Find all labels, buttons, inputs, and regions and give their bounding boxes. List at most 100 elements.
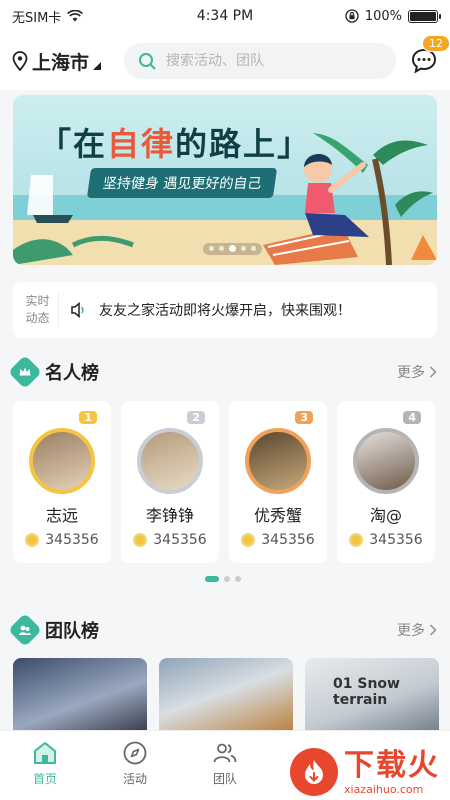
team-title-group: 团队榜: [8, 613, 99, 647]
avatar: [29, 428, 95, 494]
celebrity-name: 李铮铮: [145, 506, 194, 525]
coin-icon: [25, 533, 40, 547]
status-bar: 无SIM卡 4:34 PM 100%: [0, 0, 450, 32]
message-button[interactable]: 12: [410, 35, 450, 75]
tab-activity[interactable]: 活动: [90, 731, 180, 800]
score-value: 345356: [45, 532, 99, 548]
celebrity-more-label: 更多: [397, 365, 425, 381]
rank-badge: 1: [79, 411, 97, 424]
page-dot: [235, 576, 241, 582]
banner-subtitle: 坚持健身 遇见更好的自己: [86, 168, 278, 198]
banner-title: 「在自律的路上」: [39, 125, 312, 163]
celebrity-pagination: [205, 576, 241, 582]
crown-icon: [8, 355, 42, 389]
page-dot-active: [205, 576, 219, 582]
wifi-icon: [67, 10, 84, 22]
watermark-url: xiazaihuo.com: [344, 782, 424, 796]
team-card[interactable]: [13, 658, 147, 738]
status-right: 100%: [345, 8, 441, 24]
banner-dot[interactable]: [251, 246, 256, 251]
celebrity-name: 淘@: [369, 506, 402, 525]
score-value: 345356: [153, 532, 207, 548]
carrier-label: 无SIM卡: [12, 10, 62, 26]
search-input[interactable]: [166, 53, 346, 69]
score-value: 345356: [261, 532, 315, 548]
location-pin-icon: [12, 51, 28, 71]
team-card[interactable]: [159, 658, 293, 738]
compass-icon: [123, 741, 147, 765]
watermark-title: 下载火: [344, 747, 440, 783]
chevron-right-icon: [429, 366, 437, 378]
coin-icon: [349, 533, 364, 547]
news-tag-line1: 实时: [25, 294, 50, 308]
battery-fill: [410, 11, 436, 21]
team-title: 团队榜: [45, 621, 99, 642]
city-selector[interactable]: 上海市: [12, 48, 124, 75]
watermark: 下载火 xiazaihuo.com: [290, 748, 440, 796]
speaker-icon: [71, 301, 84, 319]
dropdown-arrow-icon: [93, 62, 102, 70]
home-icon: [34, 742, 56, 764]
city-label: 上海市: [32, 51, 90, 74]
promo-banner[interactable]: 「在自律的路上」 坚持健身 遇见更好的自己: [13, 95, 437, 265]
team-card[interactable]: 01 Snow terrain: [305, 658, 439, 738]
banner-dot[interactable]: [209, 246, 214, 251]
tab-team[interactable]: 团队: [180, 731, 270, 800]
tab-team-label: 团队: [212, 772, 237, 786]
team-section-header: 团队榜 更多: [8, 613, 437, 647]
page-dot: [224, 576, 230, 582]
banner-title-highlight: 自律: [107, 125, 176, 163]
news-tag-line2: 动态: [25, 311, 50, 325]
coin-icon: [241, 533, 256, 547]
celebrity-more-link[interactable]: 更多: [397, 362, 437, 382]
battery-percent: 100%: [364, 8, 402, 24]
celebrity-title-group: 名人榜: [8, 355, 99, 389]
celebrity-score: 345356: [349, 532, 423, 548]
status-left: 无SIM卡: [12, 7, 84, 26]
battery-icon: [408, 9, 441, 23]
team-list: 01 Snow terrain: [13, 658, 439, 738]
banner-pagination[interactable]: [203, 243, 262, 255]
team-more-link[interactable]: 更多: [397, 620, 437, 640]
avatar: [353, 428, 419, 494]
people-icon: [213, 743, 237, 763]
watermark-text: 下载火 xiazaihuo.com: [344, 747, 440, 796]
celebrity-name: 志远: [45, 506, 78, 525]
avatar: [245, 428, 311, 494]
celebrity-score: 345356: [25, 532, 99, 548]
rank-badge: 2: [187, 411, 205, 424]
banner-dot[interactable]: [219, 246, 224, 251]
news-text: 友友之家活动即将火爆开启，快来围观！: [99, 303, 351, 319]
rank-badge: 4: [403, 411, 421, 424]
rank-badge: 3: [295, 411, 313, 424]
top-header: 上海市 12: [0, 32, 450, 90]
coin-icon: [133, 533, 148, 547]
celebrity-card[interactable]: 2 李铮铮 345356: [121, 401, 219, 563]
celebrity-title: 名人榜: [45, 363, 99, 384]
celebrity-score: 345356: [241, 532, 315, 548]
celebrity-card[interactable]: 1 志远 345356: [13, 401, 111, 563]
celebrity-score: 345356: [133, 532, 207, 548]
score-value: 345356: [369, 532, 423, 548]
news-ticker[interactable]: 实时 动态 友友之家活动即将火爆开启，快来围观！: [13, 282, 437, 338]
team-icon: [8, 613, 42, 647]
banner-dot-active[interactable]: [229, 245, 236, 252]
tab-activity-label: 活动: [122, 772, 147, 786]
search-bar[interactable]: [124, 43, 396, 79]
celebrity-section-header: 名人榜 更多: [8, 355, 437, 389]
search-icon: [139, 53, 156, 70]
message-badge: 12: [422, 35, 450, 52]
celebrity-name: 优秀蟹: [253, 506, 302, 525]
tab-home[interactable]: 首页: [0, 731, 90, 800]
celebrity-card[interactable]: 4 淘@ 345356: [337, 401, 435, 563]
rotation-lock-icon: [345, 9, 359, 23]
celebrity-card[interactable]: 3 优秀蟹 345356: [229, 401, 327, 563]
app-page: 无SIM卡 4:34 PM 100% 上海市 12: [0, 0, 450, 800]
team-card-label: 01 Snow terrain: [333, 676, 400, 708]
chevron-right-icon: [429, 624, 437, 636]
banner-title-part1: 在: [73, 125, 108, 163]
banner-dot[interactable]: [241, 246, 246, 251]
banner-title-part2: 的路上: [175, 125, 278, 163]
news-tag: 实时 动态: [25, 293, 59, 327]
tab-home-label: 首页: [32, 772, 57, 786]
